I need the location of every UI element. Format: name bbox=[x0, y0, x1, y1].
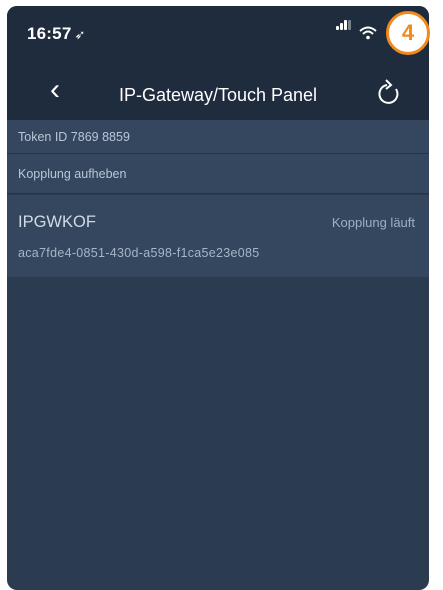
refresh-icon bbox=[378, 79, 399, 104]
token-id-row: Token ID 7869 8859 bbox=[7, 120, 429, 154]
refresh-button[interactable] bbox=[375, 76, 405, 110]
device-uuid: aca7fde4-0851-430d-a598-f1ca5e23e085 bbox=[18, 246, 260, 260]
device-name: IPGWKOF bbox=[18, 213, 96, 231]
token-id-text: Token ID 7869 8859 bbox=[18, 130, 130, 144]
phone-screen: 16:57 ➶ ‹ IP-Gateway/Touch Panel Token ID… bbox=[7, 6, 429, 590]
location-arrow-icon: ➶ bbox=[74, 27, 86, 42]
status-time: 16:57 ➶ bbox=[27, 24, 86, 44]
unpair-label: Kopplung aufheben bbox=[18, 167, 127, 181]
clock-time: 16:57 bbox=[27, 24, 72, 43]
page-title: IP-Gateway/Touch Panel bbox=[118, 85, 318, 105]
unpair-row[interactable]: Kopplung aufheben bbox=[7, 154, 429, 194]
pairing-status: Kopplung läuft bbox=[331, 215, 415, 230]
step-number-badge: 4 bbox=[386, 11, 430, 55]
wifi-icon bbox=[359, 26, 377, 45]
device-list-item[interactable]: IPGWKOF Kopplung läuft aca7fde4-0851-430… bbox=[7, 195, 429, 277]
